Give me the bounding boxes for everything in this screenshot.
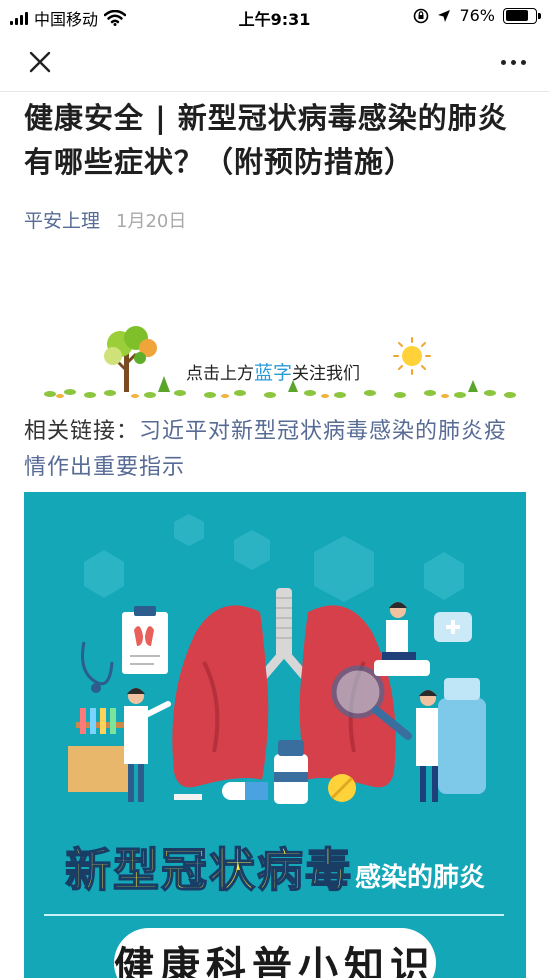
status-right: 76% xyxy=(413,6,541,25)
poster-subtitle: 健康科普小知识 xyxy=(114,928,436,978)
author-link[interactable]: 平安上理 xyxy=(24,206,100,233)
publish-date: 1月20日 xyxy=(116,211,187,232)
battery-fill xyxy=(505,10,528,21)
follow-prompt-after: 关注我们 xyxy=(292,364,361,384)
poster-image: 新型冠状病毒感染的肺炎 健康科普小知识 xyxy=(24,492,526,978)
follow-prompt: 点击上方蓝字关注我们 xyxy=(186,358,360,385)
follow-prompt-blue: 蓝字 xyxy=(254,362,293,384)
rotation-lock-icon xyxy=(414,8,429,23)
battery-icon xyxy=(503,7,541,24)
poster-title-main: 新型冠状病毒 xyxy=(64,842,353,898)
poster-title: 新型冠状病毒感染的肺炎 xyxy=(24,834,526,900)
nav-bar xyxy=(0,32,549,92)
follow-prompt-before: 点击上方 xyxy=(186,364,254,384)
battery-percent: 76% xyxy=(459,6,495,25)
status-bar: 中国移动 上午9:31 76% xyxy=(0,0,549,32)
poster-divider xyxy=(44,914,504,916)
related-link-paragraph: 相关链接：习近平对新型冠状病毒感染的肺炎疫情作出重要指示 xyxy=(24,414,529,486)
article-title: 健康安全 | 新型冠状病毒感染的肺炎有哪些症状？（附预防措施） xyxy=(24,101,508,179)
poster-title-suffix: 感染的肺炎 xyxy=(354,863,485,893)
more-icon[interactable] xyxy=(497,52,529,72)
location-icon xyxy=(438,9,451,22)
close-icon[interactable] xyxy=(24,46,56,78)
article-meta: 平安上理 1月20日 xyxy=(24,206,186,233)
poster-illustration xyxy=(68,514,486,804)
follow-banner: 点击上方蓝字关注我们 xyxy=(40,318,520,406)
related-label: 相关链接： xyxy=(24,419,140,444)
